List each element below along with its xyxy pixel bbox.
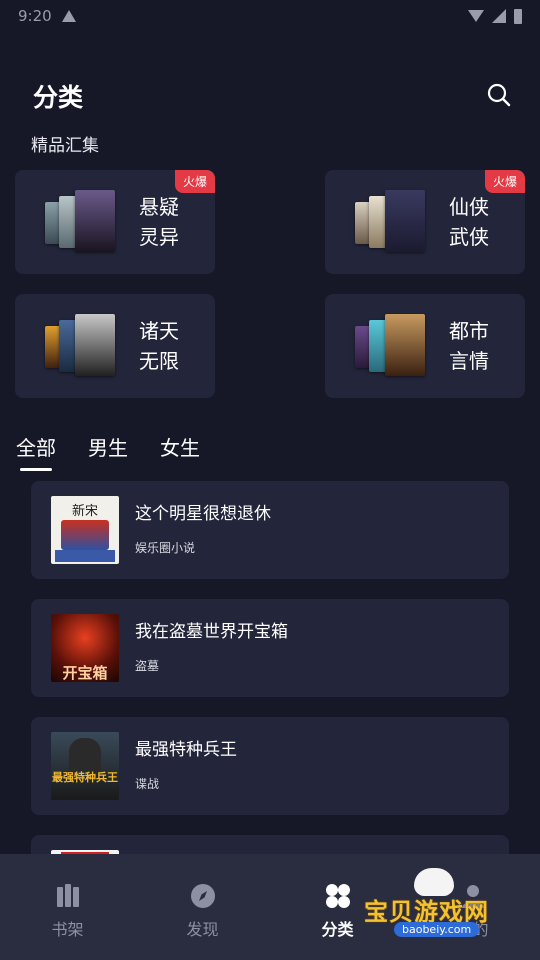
status-time: 9:20	[18, 7, 52, 25]
section-title: 精品汇集	[31, 136, 99, 156]
nav-category[interactable]: 分类	[298, 882, 378, 940]
category-label: 悬疑 灵异	[139, 192, 199, 252]
nav-label: 发现	[186, 920, 219, 939]
bottom-nav: 书架 发现 分类 我的	[0, 854, 540, 960]
status-bar: 9:20	[0, 0, 540, 32]
book-cover-text: 最强特种兵王	[52, 771, 118, 784]
category-label-line2: 灵异	[139, 225, 179, 249]
cover-stack	[355, 314, 435, 380]
book-tag: 娱乐圈小说	[135, 541, 196, 555]
category-label-line1: 仙侠	[449, 195, 489, 219]
book-title: 最强特种兵王	[135, 740, 237, 760]
category-label-line2: 言情	[449, 349, 489, 373]
wifi-icon	[468, 10, 484, 22]
category-label-line1: 悬疑	[139, 195, 179, 219]
category-label: 仙侠 武侠	[449, 192, 509, 252]
nav-discover[interactable]: 发现	[163, 882, 243, 940]
nav-bookshelf[interactable]: 书架	[28, 882, 108, 940]
category-label-line2: 武侠	[449, 225, 489, 249]
category-label-line1: 诸天	[139, 319, 179, 343]
compass-icon	[190, 884, 215, 908]
book-cover: 开宝箱	[51, 614, 119, 682]
profile-icon	[461, 885, 484, 908]
warning-icon	[61, 10, 76, 22]
book-title: 这个明星很想退休	[135, 504, 271, 524]
search-icon	[487, 83, 511, 107]
gender-tabs: 全部 男生 女生	[16, 432, 200, 471]
category-card-infinite[interactable]: 诸天 无限	[15, 294, 215, 398]
page-title: 分类	[33, 83, 84, 112]
book-cover: 最强特种兵王	[51, 732, 119, 800]
nav-profile[interactable]: 我的	[433, 882, 513, 940]
category-label-line1: 都市	[449, 319, 489, 343]
hot-badge: 火爆	[174, 170, 215, 193]
book-tag: 盗墓	[135, 659, 160, 673]
category-card-xianxia[interactable]: 火爆 仙侠 武侠	[325, 170, 525, 274]
book-cover: 新宋	[51, 496, 119, 564]
cover-stack	[355, 190, 435, 256]
book-tag: 谍战	[135, 777, 160, 791]
book-list-item[interactable]: 开宝箱 我在盗墓世界开宝箱 盗墓	[31, 599, 509, 697]
tab-female[interactable]: 女生	[160, 432, 200, 461]
category-card-urban[interactable]: 都市 言情	[325, 294, 525, 398]
nav-label: 书架	[51, 920, 84, 939]
book-title: 我在盗墓世界开宝箱	[135, 622, 288, 642]
tab-all[interactable]: 全部	[16, 432, 56, 471]
cover-stack	[45, 314, 125, 380]
category-card-suspense[interactable]: 火爆 悬疑 灵异	[15, 170, 215, 274]
bookshelf-icon	[56, 884, 79, 907]
cover-stack	[45, 190, 125, 256]
battery-icon	[514, 8, 522, 24]
category-label: 诸天 无限	[139, 316, 199, 376]
book-cover-text: 新宋	[71, 504, 98, 519]
search-button[interactable]	[486, 82, 512, 108]
tab-male[interactable]: 男生	[88, 432, 128, 461]
nav-label: 分类	[321, 920, 354, 939]
category-icon	[325, 884, 350, 908]
nav-label: 我的	[456, 920, 489, 939]
book-list-item[interactable]: 新宋 这个明星很想退休 娱乐圈小说	[31, 481, 509, 579]
book-cover-text: 开宝箱	[62, 664, 108, 682]
category-label: 都市 言情	[449, 316, 509, 376]
signal-icon	[492, 9, 506, 23]
category-label-line2: 无限	[139, 349, 179, 373]
hot-badge: 火爆	[484, 170, 525, 193]
book-list-item[interactable]: 最强特种兵王 最强特种兵王 谍战	[31, 717, 509, 815]
